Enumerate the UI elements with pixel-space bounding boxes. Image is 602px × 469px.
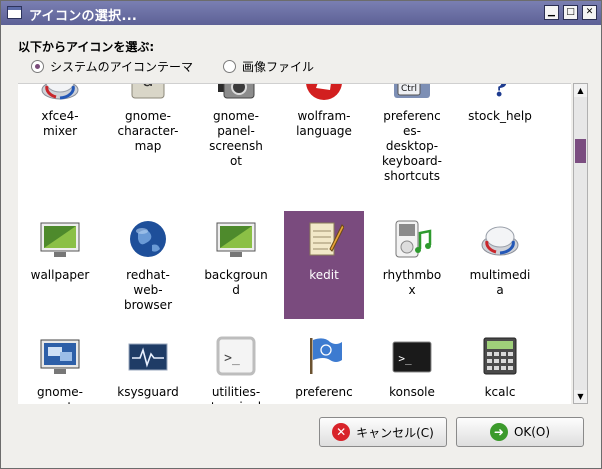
icon-label: xfce4- mixer bbox=[41, 109, 79, 138]
maximize-button[interactable]: □ bbox=[563, 5, 578, 20]
choose-icon-heading: 以下からアイコンを選ぶ: bbox=[18, 40, 155, 54]
icon-label: kedit bbox=[309, 268, 339, 282]
icon-label: preferenc es- desktop- keyboard- shortcu… bbox=[382, 109, 442, 183]
icon-label: wallpaper bbox=[30, 268, 90, 282]
svg-text:ā: ā bbox=[142, 83, 153, 91]
svg-text:>_: >_ bbox=[398, 352, 412, 365]
icon-label: gnome- remote- bbox=[36, 385, 84, 404]
cancel-icon: ✕ bbox=[332, 423, 351, 441]
radio-label: システムのアイコンテーマ bbox=[50, 60, 194, 74]
icon-item[interactable]: >_ utilities- terminal bbox=[196, 332, 276, 404]
terminal-outline-icon: >_ bbox=[216, 336, 256, 376]
konsole-terminal-icon: >_ bbox=[392, 341, 432, 373]
icon-label: utilities- terminal bbox=[211, 385, 261, 404]
icon-label: kcalc bbox=[484, 385, 516, 399]
icon-item[interactable]: xfce4- mixer bbox=[20, 84, 100, 170]
background-monitor-icon bbox=[216, 222, 256, 257]
icon-item[interactable]: ksysguard bbox=[108, 332, 188, 404]
icon-label: redhat- web- browser bbox=[123, 268, 172, 312]
icon-label: multimedi a bbox=[469, 268, 531, 297]
radio-label: 画像ファイル bbox=[242, 60, 315, 74]
help-question-icon: ? bbox=[492, 83, 507, 102]
icon-item[interactable]: >_ konsole bbox=[372, 332, 452, 404]
title-bar[interactable]: アイコンの選択... ▁ □ ✕ bbox=[1, 1, 601, 25]
icon-label: backgroun d bbox=[204, 268, 268, 297]
scroll-thumb[interactable] bbox=[575, 139, 586, 163]
icon-item[interactable]: wolfram- language bbox=[284, 84, 364, 170]
cancel-button[interactable]: ✕ キャンセル(C) bbox=[319, 417, 447, 447]
icon-item[interactable]: preferenc es- bbox=[284, 332, 364, 404]
close-button[interactable]: ✕ bbox=[582, 5, 597, 20]
calculator-icon bbox=[483, 337, 517, 375]
character-map-icon: ā bbox=[131, 83, 165, 99]
icon-item[interactable]: gnome- panel- screensh ot bbox=[196, 84, 276, 170]
svg-text:Ctrl: Ctrl bbox=[401, 84, 417, 94]
globe-icon bbox=[130, 221, 166, 257]
icon-grid: xfce4- mixer ā gnome- character- map gno… bbox=[18, 83, 571, 404]
icon-item[interactable]: ā gnome- character- map bbox=[108, 83, 188, 170]
window-icon bbox=[7, 6, 22, 19]
svg-text:>_: >_ bbox=[224, 351, 240, 366]
scroll-up-arrow[interactable]: ▲ bbox=[574, 84, 587, 97]
window-title: アイコンの選択... bbox=[29, 9, 138, 24]
flag-icon bbox=[310, 338, 342, 374]
radio-image-file[interactable]: 画像ファイル bbox=[223, 58, 314, 75]
keyboard-ctrl-icon: Ctrl bbox=[394, 84, 430, 98]
icon-label: rhythmbo x bbox=[382, 268, 442, 297]
icon-item[interactable]: rhythmbo x bbox=[372, 211, 452, 319]
icon-item-selected[interactable]: kedit bbox=[284, 211, 364, 319]
icon-item[interactable]: backgroun d bbox=[196, 211, 276, 319]
icon-item[interactable]: ? stock_help bbox=[460, 83, 540, 170]
icon-item[interactable]: Ctrl preferenc es- desktop- keyboard- sh… bbox=[372, 84, 452, 183]
radio-indicator[interactable] bbox=[31, 60, 44, 73]
remote-desktop-icon bbox=[40, 339, 80, 374]
ok-button[interactable]: ➜ OK(O) bbox=[456, 417, 584, 447]
icon-label: gnome- character- map bbox=[117, 109, 179, 153]
icon-label: preferenc es- bbox=[295, 385, 353, 404]
cancel-label: キャンセル(C) bbox=[356, 425, 434, 440]
mixer-knob-icon bbox=[41, 84, 79, 100]
ok-arrow-icon: ➜ bbox=[489, 423, 508, 441]
radio-system-theme[interactable]: システムのアイコンテーマ bbox=[31, 58, 193, 75]
icon-item[interactable]: kcalc bbox=[460, 332, 540, 404]
ok-label: OK(O) bbox=[513, 425, 551, 439]
icon-item[interactable]: gnome- remote- bbox=[20, 332, 100, 404]
music-player-icon bbox=[395, 220, 432, 258]
icon-label: wolfram- language bbox=[296, 109, 352, 138]
icon-label: ksysguard bbox=[117, 385, 179, 399]
scroll-down-arrow[interactable]: ▼ bbox=[574, 390, 587, 403]
icon-label: konsole bbox=[389, 385, 435, 399]
icon-item[interactable]: wallpaper bbox=[20, 211, 100, 319]
wolfram-wolf-icon bbox=[306, 84, 342, 100]
notepad-pencil-icon bbox=[309, 222, 344, 256]
svg-text:?: ? bbox=[492, 83, 507, 102]
radio-indicator[interactable] bbox=[223, 60, 236, 73]
minimize-button[interactable]: ▁ bbox=[544, 5, 559, 20]
icon-chooser-dialog: アイコンの選択... ▁ □ ✕ 以下からアイコンを選ぶ: システムのアイコンテ… bbox=[0, 0, 602, 469]
icon-label: stock_help bbox=[468, 109, 532, 123]
icon-item[interactable]: redhat- web- browser bbox=[108, 211, 188, 319]
system-monitor-icon bbox=[128, 343, 168, 371]
icon-item[interactable]: multimedi a bbox=[460, 211, 540, 319]
wallpaper-monitor-icon bbox=[40, 222, 80, 257]
camera-icon bbox=[218, 84, 255, 99]
vertical-scrollbar[interactable]: ▲ ▼ bbox=[573, 83, 588, 404]
icon-label: gnome- panel- screensh ot bbox=[209, 109, 263, 168]
multimedia-knob-icon bbox=[481, 226, 519, 256]
